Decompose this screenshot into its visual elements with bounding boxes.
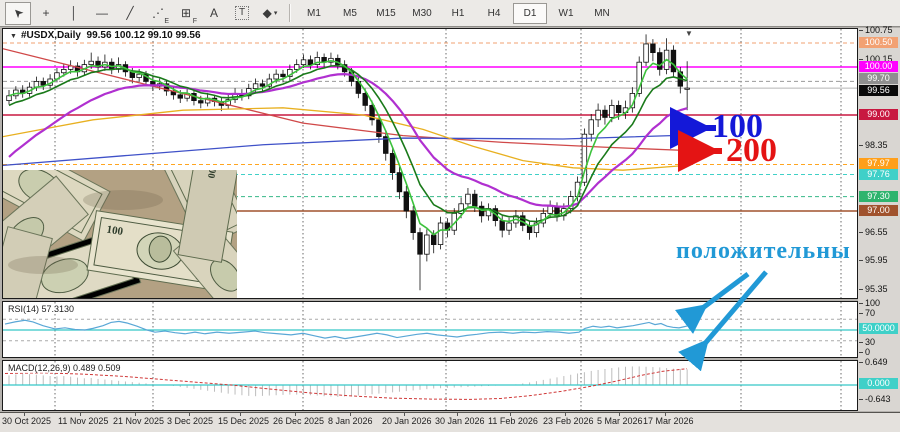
date-label: 5 Mar 2026 <box>597 416 643 426</box>
toolbar: ➤+│—╱⋰E⊞FAT◆▾ M1M5M15M30H1H4D1W1MN <box>0 0 900 27</box>
timeframe-D1[interactable]: D1 <box>513 3 547 24</box>
date-label: 11 Feb 2026 <box>488 416 538 426</box>
price-axis-badge: 99.56 <box>859 85 898 96</box>
price-axis-label: 96.55 <box>865 227 888 237</box>
chart-title[interactable]: ▼ #USDX,Daily 99.56 100.12 99.10 99.56 <box>7 30 204 41</box>
tool-trendline-icon[interactable]: ╱ <box>117 2 143 25</box>
macd-panel[interactable]: MACD(12,26,9) 0.489 0.509 <box>2 360 858 411</box>
tool-fibonacci-icon[interactable]: ⊞F <box>173 2 199 25</box>
tool-horizontal-line-icon[interactable]: — <box>89 2 115 25</box>
price-axis-label: 100.75 <box>865 25 893 35</box>
toolbar-separator <box>289 4 291 22</box>
price-axis-badge: 99.70 <box>859 73 898 84</box>
tool-text-icon[interactable]: A <box>201 2 227 25</box>
dollar-bills-photo: 100100 100 <box>3 170 237 298</box>
price-axis-badge: 100.50 <box>859 37 898 48</box>
date-label: 30 Jan 2026 <box>435 416 485 426</box>
price-axis-badge: 0.000 <box>859 378 898 389</box>
date-label: 30 Oct 2025 <box>2 416 51 426</box>
date-label: 3 Dec 2025 <box>167 416 213 426</box>
price-axis-label: -0.643 <box>865 394 891 404</box>
date-label: 11 Nov 2025 <box>58 416 108 426</box>
chart-end-marker-icon: ▼ <box>685 29 693 38</box>
tool-crosshair-icon[interactable]: + <box>33 2 59 25</box>
macd-canvas[interactable] <box>3 361 857 410</box>
price-axis-label: 100 <box>865 298 880 308</box>
drawing-tools: ➤+│—╱⋰E⊞FAT◆▾ <box>4 2 284 25</box>
macd-indicator-label: MACD(12,26,9) 0.489 0.509 <box>8 363 121 373</box>
price-axis-label: 70 <box>865 308 875 318</box>
rsi-canvas[interactable] <box>3 302 857 357</box>
date-label: 20 Jan 2026 <box>382 416 432 426</box>
price-axis-badge: 100.00 <box>859 61 898 72</box>
timeframe-M30[interactable]: M30 <box>405 3 439 24</box>
price-axis-label: 98.35 <box>865 140 888 150</box>
price-axis-label: 95.35 <box>865 284 888 294</box>
timeframe-buttons: M1M5M15M30H1H4D1W1MN <box>296 3 620 24</box>
rsi-panel[interactable]: RSI(14) 57.3130 <box>2 301 858 358</box>
date-label: 26 Dec 2025 <box>273 416 324 426</box>
date-label: 8 Jan 2026 <box>328 416 373 426</box>
date-label: 21 Nov 2025 <box>113 416 164 426</box>
price-axis-label: 0 <box>865 347 870 357</box>
price-axis-label: 95.95 <box>865 255 888 265</box>
tool-text-label-icon[interactable]: T <box>229 2 255 25</box>
tool-vertical-line-icon[interactable]: │ <box>61 2 87 25</box>
tool-cursor-icon[interactable]: ➤ <box>5 2 31 25</box>
price-axis-label: 30 <box>865 337 875 347</box>
chevron-down-icon[interactable]: ▼ <box>10 33 17 40</box>
price-axis-badge: 97.00 <box>859 205 898 216</box>
timeframe-M5[interactable]: M5 <box>333 3 367 24</box>
date-axis[interactable]: 30 Oct 2025 11 Nov 2025 21 Nov 20253 Dec 2… <box>0 412 900 432</box>
price-axis-label: 0.649 <box>865 357 888 367</box>
date-label: 17 Mar 2026 <box>643 416 694 426</box>
price-axis-badge: 97.76 <box>859 169 898 180</box>
rsi-indicator-label: RSI(14) 57.3130 <box>8 304 74 314</box>
price-axis-badge: 97.97 <box>859 158 898 169</box>
timeframe-W1[interactable]: W1 <box>549 3 583 24</box>
price-axis-badge: 97.30 <box>859 191 898 202</box>
tool-shapes-icon[interactable]: ◆▾ <box>257 2 283 25</box>
timeframe-M15[interactable]: M15 <box>369 3 403 24</box>
ohlc-values: 99.56 100.12 99.10 99.56 <box>87 30 201 41</box>
timeframe-H4[interactable]: H4 <box>477 3 511 24</box>
price-axis-badge: 50.0000 <box>859 323 898 334</box>
date-label: 23 Feb 2026 <box>543 416 594 426</box>
symbol-name: #USDX,Daily <box>21 30 81 41</box>
tool-equidistant-channel-icon[interactable]: ⋰E <box>145 2 171 25</box>
price-axis-badge: 99.00 <box>859 109 898 120</box>
timeframe-MN[interactable]: MN <box>585 3 619 24</box>
price-axis[interactable]: 100.75100.50100.15100.0099.7099.5699.009… <box>858 28 900 411</box>
timeframe-M1[interactable]: M1 <box>297 3 331 24</box>
timeframe-H1[interactable]: H1 <box>441 3 475 24</box>
date-label: 15 Dec 2025 <box>218 416 269 426</box>
